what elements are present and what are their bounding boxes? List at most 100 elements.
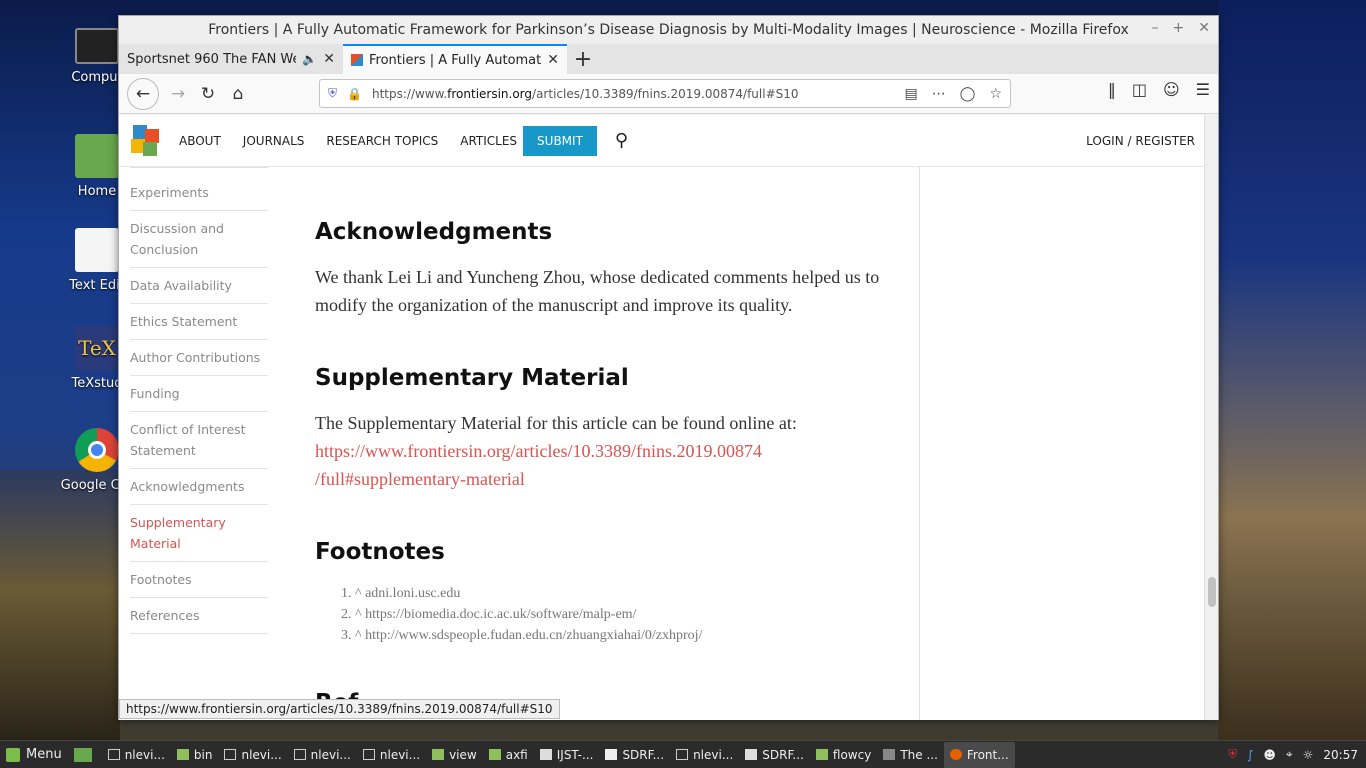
url-domain: frontiersin.org [447,86,533,101]
page-scrollbar[interactable] [1204,115,1218,720]
supplementary-link-line-2[interactable]: /full#supplementary-material [315,465,915,493]
document-icon [745,749,758,760]
taskbar-item[interactable]: nlevi... [102,742,171,768]
taskbar-item[interactable]: flowcy [810,742,877,768]
login-register-link[interactable]: LOGIN / REGISTER [1086,134,1195,148]
taskbar-label: IJST-... [556,747,594,762]
wallpaper-left [0,470,120,740]
sidebar-item-data-availability[interactable]: Data Availability [130,268,268,304]
minimize-icon[interactable]: – [1152,20,1159,36]
clock[interactable]: 20:57 [1323,748,1358,762]
article-sidebar: Experiments Discussion and Conclusion Da… [130,167,268,634]
sidebar-item-experiments[interactable]: Experiments [130,175,268,211]
taskbar-item[interactable]: The ... [877,742,944,768]
start-menu-button[interactable]: Menu [0,747,68,762]
taskbar-item[interactable]: bin [171,742,219,768]
speaker-icon[interactable]: 🔈 [302,52,317,66]
forward-button[interactable]: → [163,79,193,109]
url-bar[interactable]: ⛨ 🔒 https://www.frontiersin.org/articles… [319,79,1011,108]
supplementary-link[interactable]: https://www.frontiersin.org/articles/10.… [315,437,915,493]
sidebar-toggle-icon[interactable]: ◫ [1132,80,1147,99]
terminal-icon [107,749,120,760]
sidebar-item-author-contributions[interactable]: Author Contributions [130,340,268,376]
taskbar-label: nlevi... [124,747,165,762]
new-tab-button[interactable]: + [567,44,599,74]
more-actions-icon[interactable]: ⋯ [932,86,946,102]
taskbar: Menu nlevi... bin nlevi... nlevi... nlev… [0,740,1366,768]
account-icon[interactable]: ☺ [1163,80,1180,99]
folder-icon [432,749,445,760]
document-icon [539,749,552,760]
home-button[interactable]: ⌂ [223,79,253,109]
shield-tray-icon[interactable]: ⛨ [1228,747,1237,762]
taskbar-label: flowcy [832,747,872,762]
pocket-icon[interactable]: ◯ [960,86,976,102]
user-icon[interactable]: ☻ [1263,748,1276,762]
taskbar-item[interactable]: axfi [483,742,534,768]
sidebar-item-footnotes[interactable]: Footnotes [130,562,268,598]
close-icon[interactable]: ✕ [1198,20,1210,36]
nav-about[interactable]: ABOUT [179,134,221,148]
folder-icon [488,749,501,760]
footnote-item[interactable]: ^ http://www.sdspeople.fudan.edu.cn/zhua… [355,625,915,646]
taskbar-item-active[interactable]: Front... [943,741,1015,768]
bookmark-star-icon[interactable]: ☆ [989,86,1002,102]
footnote-item[interactable]: ^ https://biomedia.doc.ic.ac.uk/software… [355,604,915,625]
back-button[interactable]: ← [127,77,159,110]
taskbar-item[interactable]: SDRF... [739,742,810,768]
hamburger-menu-icon[interactable]: ☰ [1196,80,1210,99]
tab-close-icon[interactable]: ✕ [547,52,559,68]
system-tray: ⛨ ∫ ☻ ⌖ ☼ 20:57 [1228,747,1358,762]
terminal-icon [293,749,306,760]
maximize-icon[interactable]: + [1173,20,1185,36]
sidebar-item-acknowledgments[interactable]: Acknowledgments [130,469,268,505]
taskbar-label: nlevi... [693,747,734,762]
network-icon[interactable]: ⌖ [1286,747,1293,762]
bluetooth-icon[interactable]: ∫ [1247,748,1253,762]
library-icon[interactable]: ‖ [1108,80,1116,99]
taskbar-label: SDRF... [762,747,804,762]
taskbar-label: The ... [900,747,938,762]
sidebar-item-conflict[interactable]: Conflict of Interest Statement [130,412,268,469]
scrollbar-thumb[interactable] [1208,577,1216,607]
sidebar-item-ethics[interactable]: Ethics Statement [130,304,268,340]
submit-button[interactable]: SUBMIT [523,125,597,156]
sidebar-item-supplementary[interactable]: Supplementary Material [130,505,268,562]
terminal-icon [362,749,375,760]
supplementary-link-line-1[interactable]: https://www.frontiersin.org/articles/10.… [315,437,915,465]
shield-icon[interactable]: ⛨ [328,86,337,101]
nav-journals[interactable]: JOURNALS [243,134,305,148]
taskbar-item[interactable]: view [426,742,483,768]
sidebar-item-references[interactable]: References [130,598,268,634]
nav-articles[interactable]: ARTICLES [460,134,517,148]
footnote-item[interactable]: ^ adni.loni.usc.edu [355,583,915,604]
reload-button[interactable]: ↻ [193,79,223,109]
show-desktop-icon[interactable] [73,747,92,762]
taskbar-item[interactable]: nlevi... [218,742,287,768]
wallpaper-right [1218,0,1366,740]
sidebar-item-funding[interactable]: Funding [130,376,268,412]
window-titlebar[interactable]: Frontiers | A Fully Automatic Framework … [119,16,1218,44]
article-content: Acknowledgments We thank Lei Li and Yunc… [315,167,915,716]
tab-sportsnet[interactable]: Sportsnet 960 The FAN Web R 🔈 ✕ [119,44,343,74]
lock-icon[interactable]: 🔒 [347,87,362,101]
reader-view-icon[interactable]: ▤ [905,86,918,102]
frontiers-favicon-icon [351,54,363,66]
sidebar-top-divider [130,167,268,175]
taskbar-item[interactable]: nlevi... [670,742,739,768]
taskbar-item[interactable]: IJST-... [534,742,600,768]
frontiers-logo-icon[interactable] [131,124,161,157]
tab-close-icon[interactable]: ✕ [323,51,335,67]
taskbar-item[interactable]: nlevi... [357,742,426,768]
search-icon[interactable]: ⚲ [615,130,628,151]
folder-icon [176,749,189,760]
supplementary-text: The Supplementary Material for this arti… [315,413,797,433]
nav-research-topics[interactable]: RESEARCH TOPICS [326,134,438,148]
sidebar-item-discussion[interactable]: Discussion and Conclusion [130,211,268,268]
tab-bar: Sportsnet 960 The FAN Web R 🔈 ✕ Frontier… [119,44,1218,74]
tab-frontiers[interactable]: Frontiers | A Fully Automatic ✕ [343,44,567,74]
brightness-icon[interactable]: ☼ [1303,748,1314,762]
taskbar-item[interactable]: nlevi... [288,742,357,768]
taskbar-item[interactable]: SDRF... [599,742,670,768]
supplementary-heading: Supplementary Material [315,365,629,391]
